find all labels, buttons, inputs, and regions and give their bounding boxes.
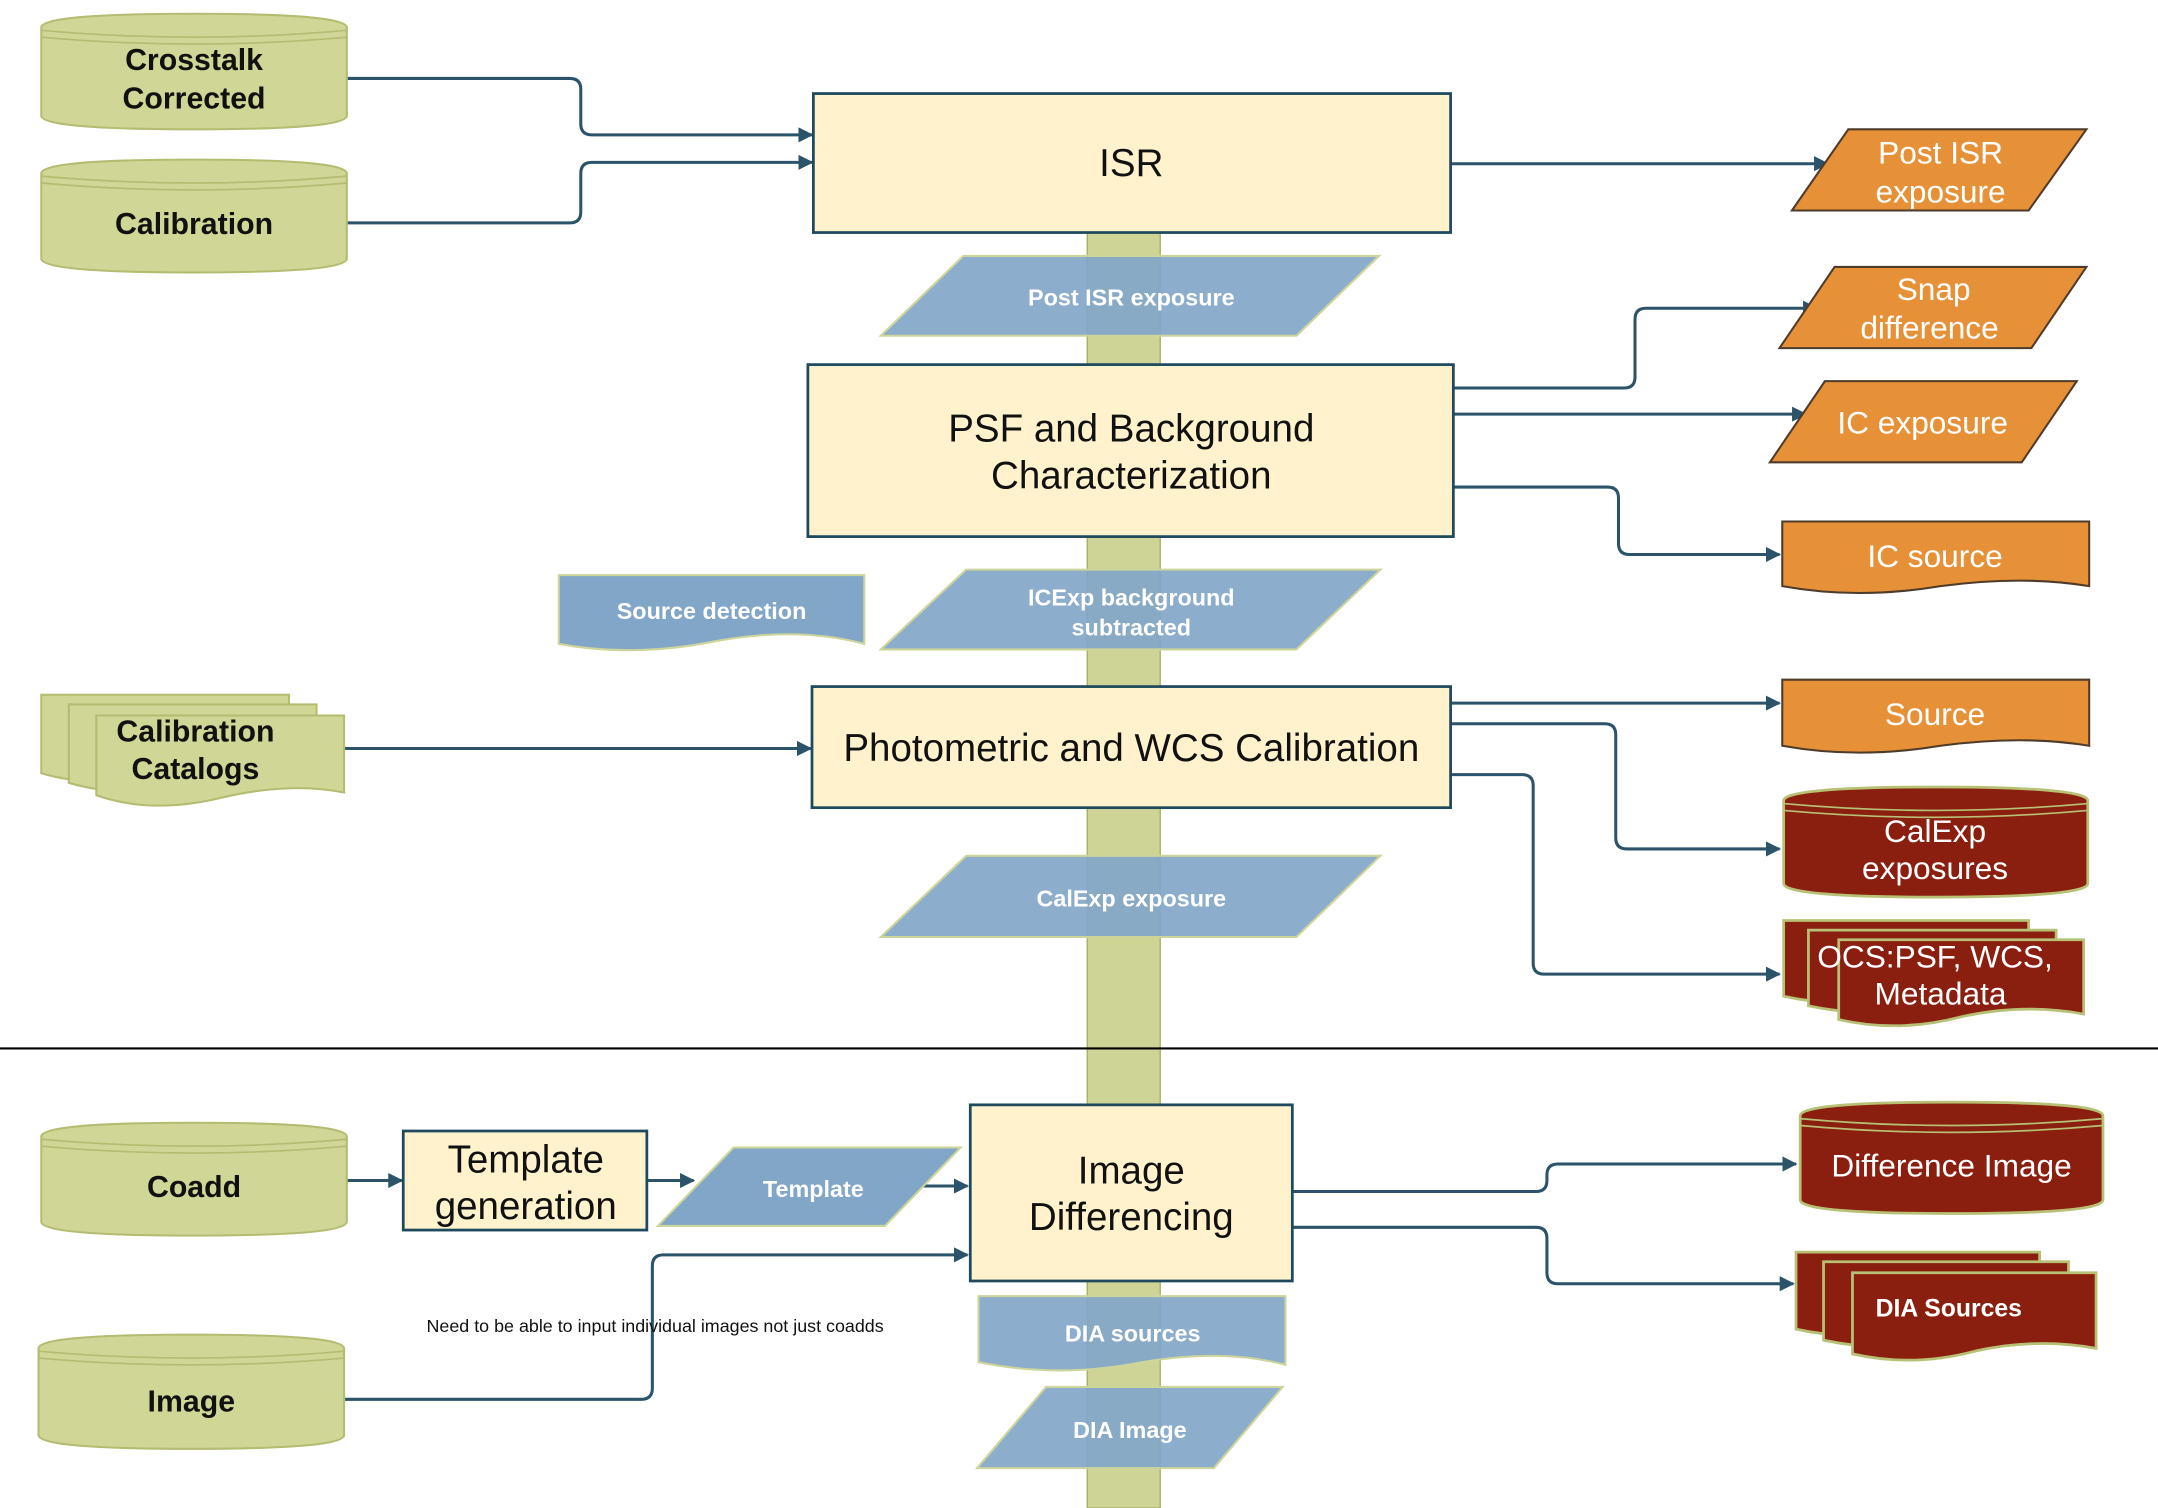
psf-label-2: Characterization [991, 454, 1271, 497]
coadd-label: Coadd [147, 1171, 241, 1204]
input-calibration[interactable]: Calibration [40, 158, 348, 274]
image-diff-label-2: Differencing [1029, 1196, 1234, 1239]
difference-image-label: Difference Image [1831, 1147, 2071, 1183]
connector-diff-diffimage [1292, 1156, 1798, 1194]
template-label: Template [763, 1176, 864, 1202]
ic-source-label: IC source [1867, 538, 2002, 574]
dia-sources-output-label: DIA Sources [1876, 1296, 2022, 1323]
snap-label-1: Snap [1897, 271, 1971, 307]
ocs-label-2: Metadata [1875, 975, 2007, 1011]
icexp-label-2: subtracted [1072, 615, 1192, 641]
calibration-catalogs-label-2: Catalogs [132, 753, 260, 786]
input-coadd[interactable]: Coadd [40, 1121, 348, 1237]
input-crosstalk-corrected[interactable]: Crosstalk Corrected [40, 12, 348, 131]
process-photometric-wcs[interactable]: Photometric and WCS Calibration [810, 685, 1452, 810]
dia-sources-intermediate-label: DIA sources [1065, 1321, 1201, 1347]
calibration-catalogs-label-1: Calibration [116, 716, 274, 749]
output-ic-source[interactable]: IC source [1781, 520, 2091, 595]
input-image[interactable]: Image [37, 1333, 346, 1450]
connector-diff-diasources [1292, 1225, 1795, 1292]
output-source[interactable]: Source [1781, 678, 2091, 754]
calibration-label: Calibration [115, 208, 273, 241]
output-post-isr-exposure[interactable]: Post ISR exposure [1789, 128, 2089, 212]
annotation-text: Need to be able to input individual imag… [427, 1316, 884, 1336]
output-calexp-exposures[interactable]: CalExp exposures [1782, 785, 2090, 899]
out-post-isr-label-2: exposure [1875, 173, 2005, 209]
intermediate-post-isr-exposure[interactable]: Post ISR exposure [878, 254, 1382, 337]
connector-psf-icsource [1453, 485, 1782, 563]
calexp-exposure-label: CalExp exposure [1036, 886, 1226, 912]
process-isr[interactable]: ISR [812, 92, 1452, 234]
process-psf-background[interactable]: PSF and Background Characterization [806, 363, 1455, 538]
input-calibration-catalogs[interactable]: Calibration Catalogs [40, 693, 346, 807]
ocs-label-1: OCS:PSF, WCS, [1817, 938, 2053, 974]
connector-phot-calexp [1450, 722, 1782, 857]
process-image-differencing[interactable]: Image Differencing [968, 1103, 1294, 1283]
calexp-label-2: exposures [1862, 850, 2008, 886]
image-label: Image [148, 1386, 235, 1419]
source-detection-label: Source detection [617, 598, 807, 624]
image-diff-label-1: Image [1078, 1149, 1185, 1192]
snap-label-2: difference [1860, 309, 1998, 345]
intermediate-source-detection[interactable]: Source detection [557, 574, 866, 652]
intermediate-calexp-exposure[interactable]: CalExp exposure [878, 854, 1383, 939]
crosstalk-label-1: Crosstalk [125, 44, 263, 77]
crosstalk-label-2: Corrected [123, 83, 266, 116]
connector-psf-snap [1453, 300, 1819, 390]
psf-label-1: PSF and Background [948, 408, 1314, 451]
template-gen-label-1: Template [448, 1138, 604, 1181]
output-dia-sources[interactable]: DIA Sources [1794, 1250, 2098, 1362]
intermediate-dia-image[interactable]: DIA Image [974, 1385, 1285, 1470]
connector-calibration-isr [346, 154, 814, 225]
icexp-label-1: ICExp background [1028, 584, 1235, 610]
dia-image-label: DIA Image [1073, 1417, 1186, 1443]
process-template-generation[interactable]: Template generation [401, 1129, 649, 1232]
photometric-label: Photometric and WCS Calibration [843, 727, 1419, 770]
output-difference-image[interactable]: Difference Image [1798, 1100, 2105, 1215]
calexp-label-1: CalExp [1884, 813, 1986, 849]
template-gen-label-2: generation [435, 1185, 617, 1228]
connector-crosstalk-isr [346, 76, 814, 143]
output-ic-exposure[interactable]: IC exposure [1767, 380, 2079, 464]
output-ocs-psf-wcs-metadata[interactable]: OCS:PSF, WCS, Metadata [1782, 919, 2086, 1028]
post-isr-exposure-label: Post ISR exposure [1028, 284, 1235, 310]
pipeline-diagram: Crosstalk Corrected Calibration Calibrat… [0, 12, 2158, 1508]
intermediate-template[interactable]: Template [655, 1146, 964, 1227]
isr-label: ISR [1099, 142, 1163, 185]
output-snap-difference[interactable]: Snap difference [1777, 265, 2089, 350]
ic-exposure-label: IC exposure [1837, 404, 2008, 440]
out-post-isr-label-1: Post ISR [1878, 135, 2003, 171]
intermediate-icexp-bg-subtracted[interactable]: ICExp background subtracted [878, 568, 1383, 651]
source-label: Source [1885, 696, 1985, 732]
intermediate-dia-sources[interactable]: DIA sources [977, 1295, 1287, 1372]
